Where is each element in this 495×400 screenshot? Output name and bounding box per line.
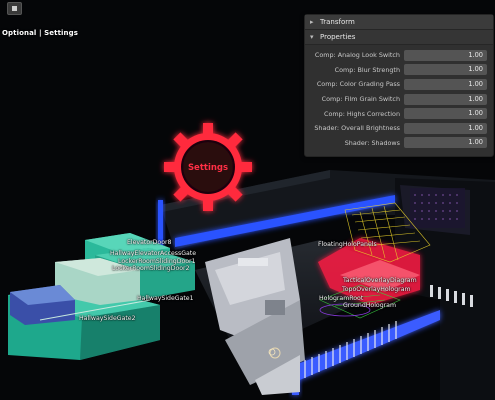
property-row: Comp: Highs Correction 1.00 [305, 106, 493, 121]
property-row: Shader: Overall Brightness 1.00 [305, 121, 493, 136]
property-label: Comp: Film Grain Switch [321, 95, 400, 104]
label-ground-hologram[interactable]: GroundHologram [343, 302, 396, 309]
chevron-right-icon: ▸ [310, 18, 314, 26]
label-hallway-side-gate1[interactable]: HallwaySideGate1 [137, 295, 194, 302]
square-icon [12, 6, 17, 11]
label-tactical-overlay[interactable]: TacticalOverlayDiagram [343, 277, 417, 284]
label-hallway-side-gate2[interactable]: HallwaySideGate2 [79, 315, 136, 322]
property-label: Comp: Blur Strength [334, 65, 400, 74]
viewport-header-text: Optional | Settings [2, 29, 78, 37]
property-value-field[interactable]: 1.00 [404, 137, 487, 149]
label-locker-room-door2[interactable]: LockerRoomSlidingDoor2 [112, 265, 190, 272]
transform-header-label: Transform [320, 18, 355, 26]
label-elevator-door[interactable]: ElevatorDoor8 [127, 239, 171, 246]
properties-panel-header[interactable]: ▾ Properties [305, 30, 493, 45]
settings-gear-label: Settings [188, 163, 228, 173]
property-value-field[interactable]: 1.00 [404, 78, 487, 90]
label-topo-overlay[interactable]: TopoOverlayHologram [342, 286, 411, 293]
property-row: Comp: Blur Strength 1.00 [305, 63, 493, 78]
property-row: Comp: Film Grain Switch 1.00 [305, 92, 493, 107]
property-label: Comp: Analog Look Switch [314, 51, 400, 60]
property-value-field[interactable]: 1.00 [404, 93, 487, 105]
property-label: Shader: Shadows [344, 138, 400, 147]
label-floating-holo-panels[interactable]: FloatingHoloPanels [318, 241, 377, 248]
property-label: Comp: Color Grading Pass [316, 80, 400, 89]
property-value-field[interactable]: 1.00 [404, 108, 487, 120]
sidebar-n-panel: ▸ Transform ▾ Properties Comp: Analog Lo… [304, 14, 494, 157]
properties-header-label: Properties [320, 33, 356, 41]
property-value-field[interactable]: 1.00 [404, 122, 487, 134]
viewport-toggle-button[interactable] [7, 2, 22, 15]
chevron-down-icon: ▾ [310, 33, 314, 41]
property-row: Comp: Analog Look Switch 1.00 [305, 48, 493, 63]
property-value-field[interactable]: 1.00 [404, 64, 487, 76]
property-label: Comp: Highs Correction [324, 109, 400, 118]
label-hallway-elevator-gate[interactable]: HallwayElevatorAccessGate [110, 250, 196, 257]
property-row: Shader: Shadows 1.00 [305, 136, 493, 151]
properties-list: Comp: Analog Look Switch 1.00 Comp: Blur… [305, 45, 493, 150]
property-row: Comp: Color Grading Pass 1.00 [305, 77, 493, 92]
transform-panel-header[interactable]: ▸ Transform [305, 15, 493, 30]
property-value-field[interactable]: 1.00 [404, 49, 487, 61]
property-label: Shader: Overall Brightness [314, 124, 400, 133]
